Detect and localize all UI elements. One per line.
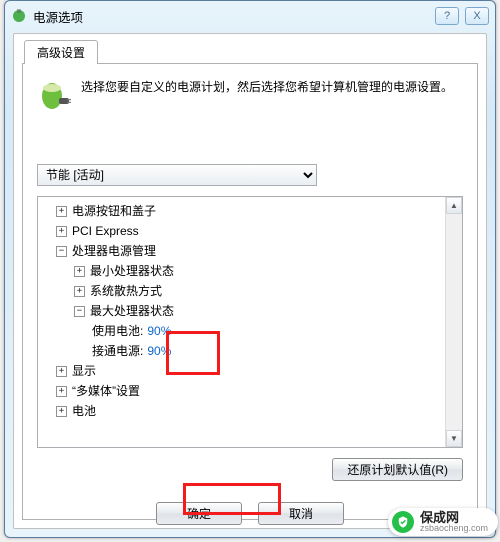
power-plan-select[interactable]: 节能 [活动] bbox=[37, 164, 317, 186]
dialog-window: 电源选项 ? X 高级设置 选择您要自定义的电源计划，然后 bbox=[4, 0, 496, 538]
expand-icon[interactable]: + bbox=[56, 206, 67, 217]
tree-item-max-processor[interactable]: − 最大处理器状态 bbox=[42, 301, 442, 321]
watermark-badge: 保成网 zsbaocheng.com bbox=[388, 508, 498, 536]
help-button[interactable]: ? bbox=[435, 7, 459, 25]
property-sheet: 高级设置 选择您要自定义的电源计划，然后选择您希望计算机管理的电源设置。 bbox=[13, 33, 487, 529]
scroll-up-button[interactable]: ▲ bbox=[446, 197, 462, 214]
vertical-scrollbar[interactable]: ▲ ▼ bbox=[445, 197, 462, 447]
battery-plug-icon bbox=[37, 78, 71, 112]
expand-icon[interactable]: + bbox=[56, 406, 67, 417]
settings-tree: + 电源按钮和盖子 + PCI Express − 处理器电源管理 + 最小处理… bbox=[37, 196, 463, 448]
window-title: 电源选项 bbox=[33, 7, 435, 26]
tree-item-power-button-lid[interactable]: + 电源按钮和盖子 bbox=[42, 201, 442, 221]
expand-icon[interactable]: + bbox=[74, 286, 85, 297]
collapse-icon[interactable]: − bbox=[56, 246, 67, 257]
tree-leaf-on-ac[interactable]: 接通电源: 90% bbox=[42, 341, 442, 361]
tree-leaf-on-battery[interactable]: 使用电池: 90% bbox=[42, 321, 442, 341]
shield-check-icon bbox=[392, 511, 414, 533]
power-plug-icon bbox=[11, 8, 27, 24]
intro-text: 选择您要自定义的电源计划，然后选择您希望计算机管理的电源设置。 bbox=[81, 78, 453, 112]
watermark-url: zsbaocheng.com bbox=[420, 524, 488, 533]
scroll-down-button[interactable]: ▼ bbox=[446, 430, 462, 447]
expand-icon[interactable]: + bbox=[56, 366, 67, 377]
tree-item-display[interactable]: + 显示 bbox=[42, 361, 442, 381]
expand-icon[interactable]: + bbox=[56, 226, 67, 237]
tab-panel: 选择您要自定义的电源计划，然后选择您希望计算机管理的电源设置。 节能 [活动] … bbox=[22, 63, 478, 520]
tree-item-min-processor[interactable]: + 最小处理器状态 bbox=[42, 261, 442, 281]
restore-defaults-button[interactable]: 还原计划默认值(R) bbox=[332, 458, 463, 481]
titlebar[interactable]: 电源选项 ? X bbox=[5, 1, 495, 31]
tree-item-cooling[interactable]: + 系统散热方式 bbox=[42, 281, 442, 301]
tree-item-pci-express[interactable]: + PCI Express bbox=[42, 221, 442, 241]
expand-icon[interactable]: + bbox=[56, 386, 67, 397]
close-button[interactable]: X bbox=[465, 7, 489, 25]
value-on-battery[interactable]: 90% bbox=[147, 321, 171, 341]
ok-button[interactable]: 确定 bbox=[156, 502, 242, 525]
value-on-ac[interactable]: 90% bbox=[147, 341, 171, 361]
tree-item-multimedia[interactable]: + “多媒体”设置 bbox=[42, 381, 442, 401]
tree-item-battery[interactable]: + 电池 bbox=[42, 401, 442, 421]
tab-advanced[interactable]: 高级设置 bbox=[24, 40, 98, 64]
tree-item-processor-mgmt[interactable]: − 处理器电源管理 bbox=[42, 241, 442, 261]
collapse-icon[interactable]: − bbox=[74, 306, 85, 317]
expand-icon[interactable]: + bbox=[74, 266, 85, 277]
cancel-button[interactable]: 取消 bbox=[258, 502, 344, 525]
